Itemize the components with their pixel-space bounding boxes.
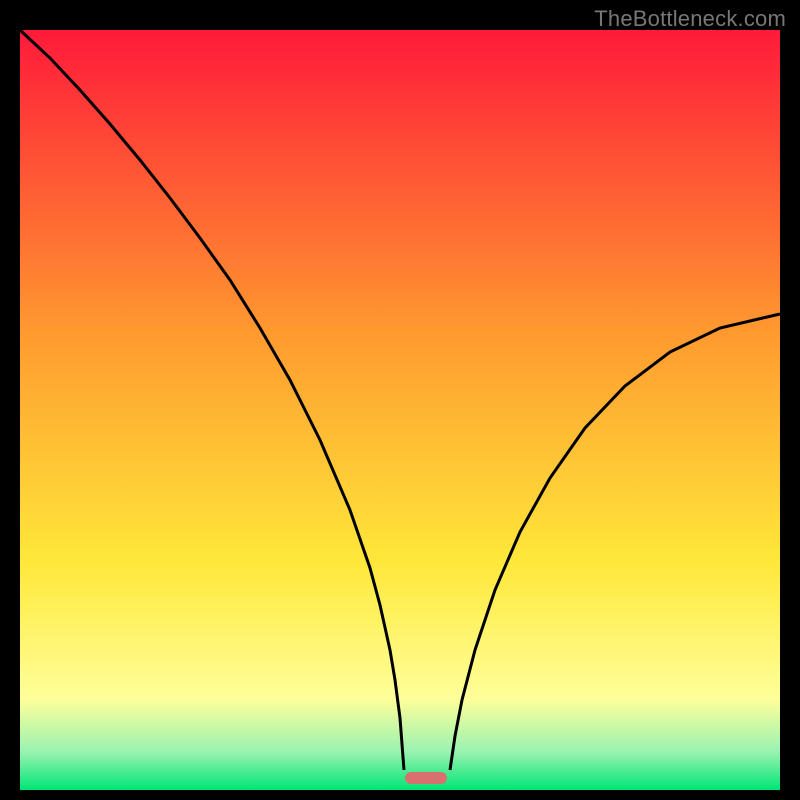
chart-container: TheBottleneck.com (0, 0, 800, 800)
bottleneck-chart (0, 0, 800, 800)
watermark-text: TheBottleneck.com (594, 6, 786, 32)
gradient-background (20, 30, 780, 790)
min-marker (405, 772, 447, 784)
